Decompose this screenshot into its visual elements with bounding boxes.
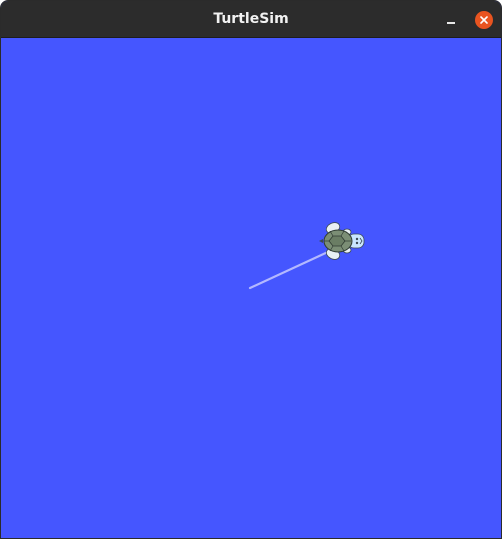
window-title: TurtleSim	[213, 11, 289, 27]
turtle-canvas	[1, 38, 501, 538]
title-bar[interactable]: TurtleSim	[1, 1, 501, 38]
canvas-drawing	[248, 222, 365, 290]
turtle-sprite	[319, 222, 365, 260]
close-icon	[480, 16, 488, 24]
close-button[interactable]	[475, 11, 493, 29]
minimize-button[interactable]	[442, 10, 460, 28]
pen-trail	[248, 249, 332, 290]
turtlesim-window: TurtleSim	[0, 0, 502, 539]
